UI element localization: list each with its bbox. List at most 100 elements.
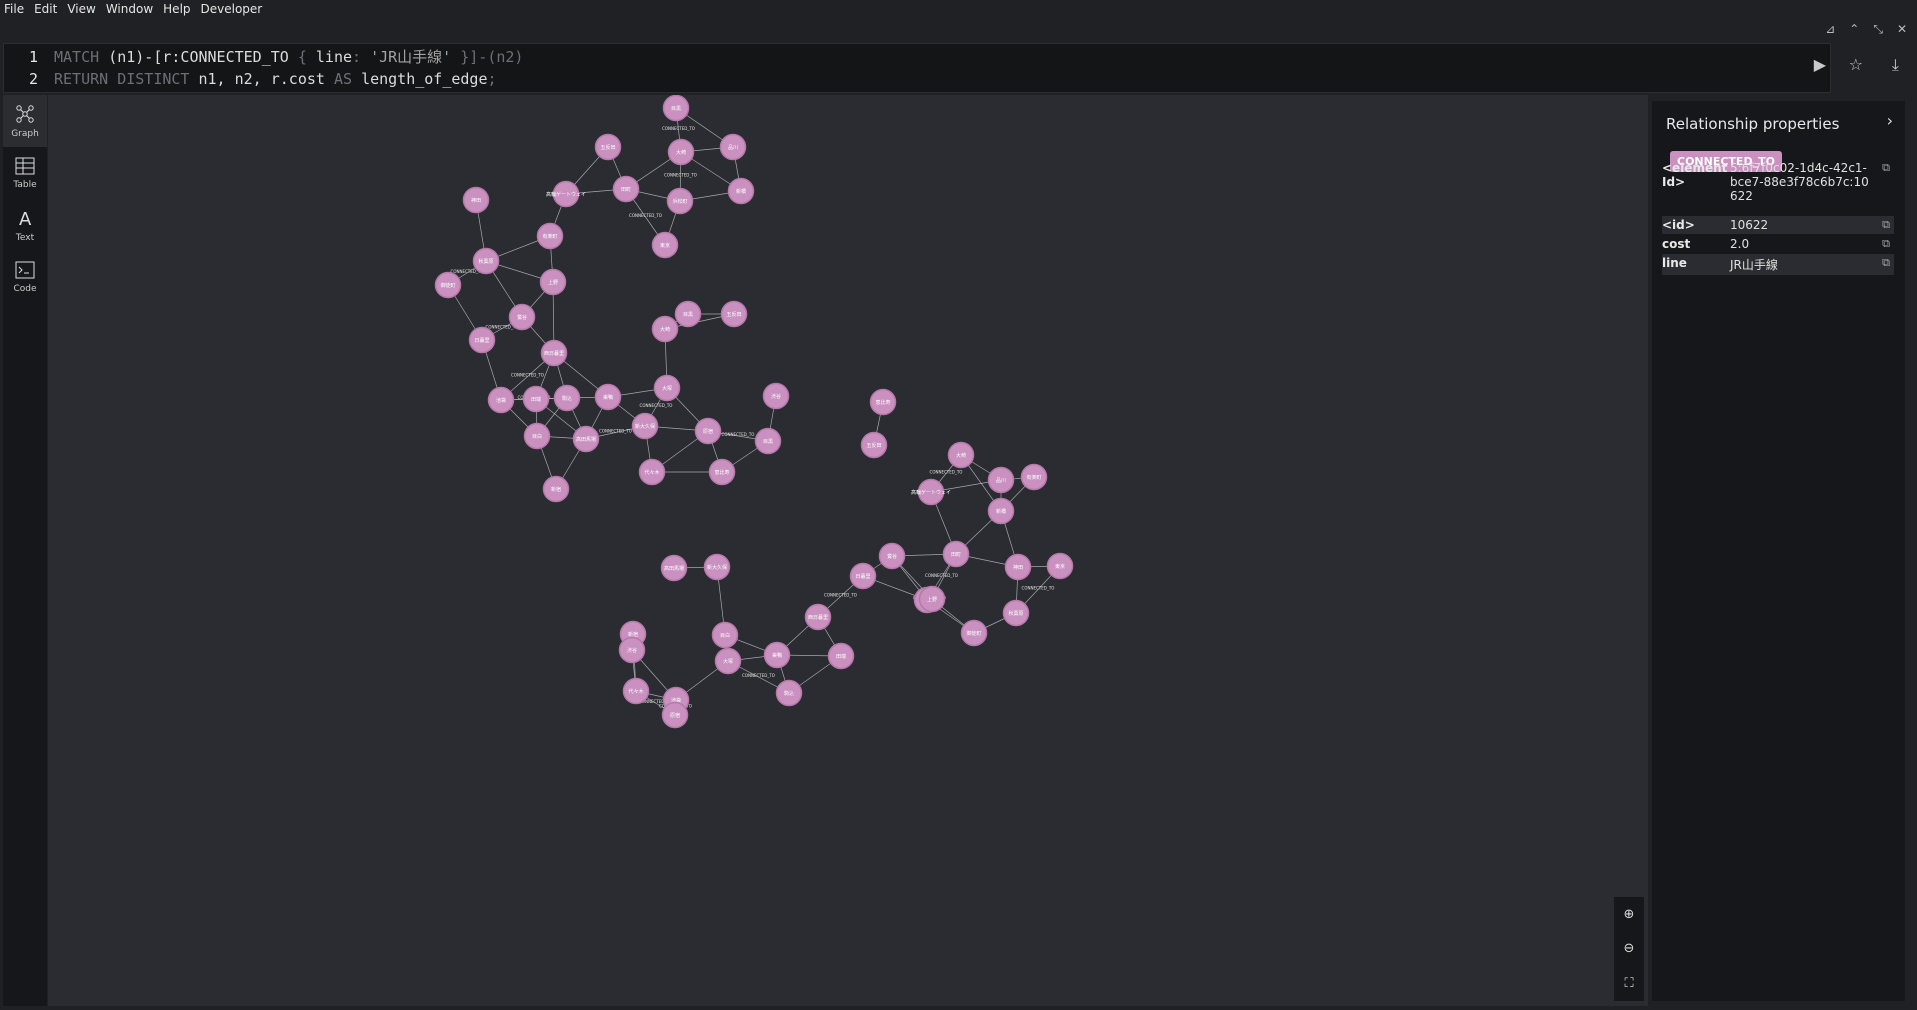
code-line[interactable]: 2 RETURN DISTINCT n1, n2, r.cost AS lengt… — [4, 68, 497, 90]
graph-node[interactable]: 東京 — [1046, 552, 1074, 580]
graph-node[interactable]: 渋谷 — [762, 382, 790, 410]
sidebar-item-code[interactable]: Code — [3, 251, 47, 303]
graph-node[interactable]: 高田馬場 — [660, 554, 688, 582]
graph-node[interactable]: 東京 — [651, 231, 679, 259]
graph-node[interactable]: 駒込 — [553, 384, 581, 412]
graph-node[interactable]: 西日暮里 — [804, 603, 832, 631]
graph-node[interactable]: 目白 — [523, 422, 551, 450]
node-label: 日暮里 — [474, 337, 489, 344]
graph-node[interactable]: 恵比寿 — [708, 458, 736, 486]
graph-node[interactable]: 田端 — [522, 385, 550, 413]
graph-node[interactable]: 高田馬場 — [572, 425, 600, 453]
chevron-up-icon[interactable]: ⌃ — [1849, 22, 1859, 37]
graph-node[interactable]: 駒込 — [775, 679, 803, 707]
pin-icon[interactable]: ⊿ — [1825, 22, 1835, 37]
menu-file[interactable]: File — [0, 2, 30, 16]
graph-node[interactable]: 大塚 — [653, 374, 681, 402]
graph-node[interactable]: 原宿 — [694, 417, 722, 445]
edge-label: CONNECTED_TO — [662, 126, 695, 131]
graph-node[interactable]: 西日暮里 — [540, 339, 568, 367]
menu-edit[interactable]: Edit — [30, 2, 63, 16]
graph-node[interactable]: 池袋 — [487, 386, 515, 414]
graph-node[interactable]: 恵比寿 — [869, 388, 897, 416]
graph-node[interactable]: 目黒 — [754, 427, 782, 455]
graph-node[interactable]: 神田 — [462, 186, 490, 214]
panel-title: Relationship properties — [1666, 115, 1840, 133]
graph-node[interactable]: 巣鴨 — [763, 641, 791, 669]
graph-node[interactable]: 新宿 — [542, 475, 570, 503]
chevron-right-icon[interactable]: › — [1887, 111, 1893, 130]
graph-node[interactable]: 上野 — [539, 268, 567, 296]
node-label: 新大久保 — [635, 423, 655, 430]
graph-node[interactable]: 新大久保 — [703, 553, 731, 581]
close-icon[interactable]: ✕ — [1897, 22, 1907, 37]
graph-node[interactable]: 高輪ゲートウェイ — [911, 478, 951, 506]
graph-node[interactable]: 上野 — [918, 585, 946, 613]
menu-view[interactable]: View — [63, 2, 101, 16]
graph-node[interactable]: 品川 — [719, 133, 747, 161]
node-label: 五反田 — [866, 442, 881, 449]
graph-node[interactable]: 大塚 — [714, 647, 742, 675]
graph-node[interactable]: 渋谷 — [618, 636, 646, 664]
copy-icon[interactable]: ⧉ — [1870, 218, 1890, 232]
copy-icon[interactable]: ⧉ — [1870, 256, 1890, 273]
menu-developer[interactable]: Developer — [197, 2, 269, 16]
play-icon[interactable]: ▶ — [1814, 55, 1826, 74]
graph-node[interactable]: 巣鴨 — [594, 383, 622, 411]
graph-node[interactable]: 神田 — [1004, 553, 1032, 581]
code-line[interactable]: 1 MATCH (n1)-[r:CONNECTED_TO { line: 'JR山… — [4, 46, 524, 68]
graph-node[interactable]: 鶯谷 — [878, 542, 906, 570]
graph-node[interactable]: 目白 — [711, 621, 739, 649]
graph-node[interactable]: 大崎 — [651, 315, 679, 343]
graph-node[interactable]: 新橋 — [987, 497, 1015, 525]
graph-node[interactable]: 有楽町 — [536, 222, 564, 250]
zoom-in-icon[interactable]: ⊕ — [1624, 907, 1635, 922]
sidebar-item-table[interactable]: Table — [3, 147, 47, 199]
copy-icon[interactable]: ⧉ — [1870, 237, 1890, 251]
graph-node[interactable]: 日暮里 — [468, 326, 496, 354]
graph-node[interactable]: 鶯谷 — [508, 303, 536, 331]
graph-node[interactable]: 田町 — [942, 540, 970, 568]
sidebar-item-text[interactable]: A Text — [3, 199, 47, 251]
graph-node[interactable]: 大崎 — [947, 441, 975, 469]
graph-canvas[interactable]: CONNECTED_TO CONNECTED_TO CONNECTED_TO CONN… — [48, 94, 1648, 1006]
sidebar-item-graph[interactable]: Graph — [3, 95, 47, 147]
graph-node[interactable]: 目黒 — [674, 300, 702, 328]
node-label: 神田 — [1013, 564, 1023, 571]
node-label: 代々木 — [628, 688, 643, 695]
menu-help[interactable]: Help — [159, 2, 196, 16]
graph-node[interactable]: 代々木 — [622, 677, 650, 705]
graph-node[interactable]: 大崎 — [667, 138, 695, 166]
graph-node[interactable]: 原宿 — [661, 701, 689, 729]
graph-svg[interactable]: CONNECTED_TO CONNECTED_TO CONNECTED_TO CONN… — [48, 94, 1648, 1006]
node-label: 巣鴨 — [772, 652, 782, 659]
node-label: 神田 — [471, 197, 481, 204]
graph-node[interactable]: 代々木 — [638, 458, 666, 486]
fit-icon[interactable]: ⛶ — [1624, 976, 1633, 991]
star-icon[interactable]: ☆ — [1849, 55, 1863, 74]
graph-node[interactable]: 高輪ゲートウェイ — [546, 180, 586, 208]
graph-node[interactable]: 田端 — [827, 642, 855, 670]
graph-node[interactable]: 目黒 — [662, 94, 690, 122]
graph-node[interactable]: 五反田 — [720, 300, 748, 328]
graph-node[interactable]: 五反田 — [860, 431, 888, 459]
graph-node[interactable]: 新橋 — [727, 177, 755, 205]
query-editor[interactable]: 1 MATCH (n1)-[r:CONNECTED_TO { line: 'JR山… — [3, 43, 1831, 93]
graph-node[interactable]: 御徒町 — [960, 619, 988, 647]
zoom-out-icon[interactable]: ⊖ — [1624, 941, 1635, 956]
copy-icon[interactable]: ⧉ — [1870, 161, 1890, 203]
graph-node[interactable]: 新大久保 — [631, 412, 659, 440]
graph-node[interactable]: 品川 — [987, 466, 1015, 494]
edge-label: CONNECTED_TO — [629, 213, 662, 218]
graph-node[interactable]: 日暮里 — [849, 562, 877, 590]
graph-node[interactable]: 五反田 — [594, 133, 622, 161]
download-icon[interactable]: ⤓ — [1892, 55, 1899, 75]
graph-node[interactable]: 秋葉原 — [472, 247, 500, 275]
shrink-icon[interactable]: ⤡ — [1873, 22, 1883, 37]
menu-window[interactable]: Window — [102, 2, 159, 16]
graph-node[interactable]: 秋葉原 — [1002, 599, 1030, 627]
graph-node[interactable]: 田町 — [612, 175, 640, 203]
graph-node[interactable]: 浜松町 — [666, 187, 694, 215]
graph-node[interactable]: 有楽町 — [1020, 463, 1048, 491]
graph-node[interactable]: 御徒町 — [434, 271, 462, 299]
